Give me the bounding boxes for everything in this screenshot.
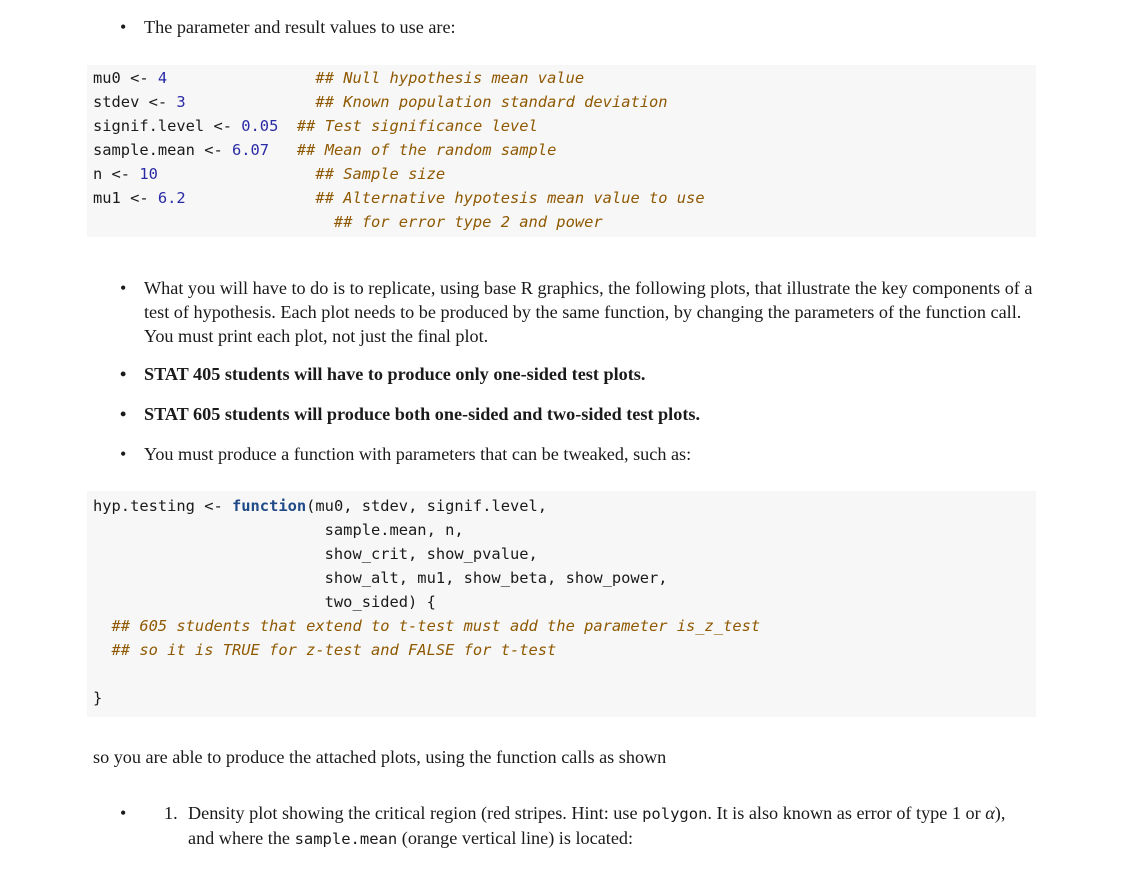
function-args: (mu0, stdev, signif.level, [306,497,548,515]
code-line-n: n <- 10 ## Sample size [87,162,1036,186]
bullet-text: STAT 605 students will produce both one-… [144,404,700,424]
bullet-marker: • [120,364,127,384]
code-pad [269,141,297,159]
item-spacer [144,801,164,851]
bullet-marker: • [120,278,127,298]
params-code-block: mu0 <- 4 ## Null hypothesis mean value s… [87,65,1036,237]
bullet-marker: • [120,17,127,37]
code-value: 4 [157,69,168,87]
code-pad [167,69,315,87]
code-line-signif-level: signif.level <- 0.05 ## Test significanc… [87,114,1036,138]
code-lhs: sample.mean <- [93,141,232,159]
code-comment: ## so it is TRUE for z-test and FALSE fo… [93,641,557,659]
code-pad [278,117,297,135]
bullet-marker: • [120,444,127,464]
code-line: show_crit, show_pvalue, [93,545,538,563]
item-text-part: . It is also known as error of type 1 or [707,803,986,823]
intro-text: The parameter and result values to use a… [144,17,456,37]
function-code-block: hyp.testing <- function(mu0, stdev, sign… [87,491,1036,717]
bullet-marker: • [120,404,127,424]
code-comment: ## Null hypothesis mean value [315,69,585,87]
code-lhs: signif.level <- [93,117,242,135]
code-pad [93,213,334,231]
code-comment: ## Alternative hypotesis mean value to u… [315,189,705,207]
code-line-stdev: stdev <- 3 ## Known population standard … [87,90,1036,114]
code-line: show_alt, mu1, show_beta, show_power, [93,569,668,587]
bullet-function: • You must produce a function with param… [120,442,1034,466]
code-lhs: n <- [93,165,140,183]
item-number: 1. [164,803,178,823]
code-lhs: stdev <- [93,93,177,111]
code-line-comment-cont: ## for error type 2 and power [87,210,1036,234]
code-lhs: mu1 <- [93,189,158,207]
item-text-part: (orange vertical line) is located: [397,828,634,848]
code-lhs: mu0 <- [93,69,158,87]
bullet-stat405: • STAT 405 students will have to produce… [120,362,1034,386]
code-value: 6.2 [157,189,186,207]
alpha-symbol: α [985,803,995,823]
bullet-marker: • [120,803,127,823]
function-keyword: function [232,497,307,515]
intro-bullet: • The parameter and result values to use… [120,15,1034,39]
code-comment: ## 605 students that extend to t-test mu… [93,617,761,635]
item-text-part: Density plot showing the critical region… [188,803,643,823]
code-value: 0.05 [241,117,279,135]
code-line: two_sided) { [93,593,436,611]
bullet-instructions: • What you will have to do is to replica… [120,276,1034,348]
bullet-text: What you will have to do is to replicate… [144,278,1033,346]
code-pad [186,189,316,207]
closing-paragraph: so you are able to produce the attached … [93,747,667,767]
numbered-item-1: • 1. Density plot showing the critical r… [120,801,1034,851]
code-comment: ## for error type 2 and power [333,213,603,231]
code-line: hyp.testing <- function(mu0, stdev, sign… [87,494,1036,518]
code-value: 3 [176,93,186,111]
bullet-text: You must produce a function with paramet… [144,444,692,464]
code-comment: ## Test significance level [296,117,538,135]
function-name: hyp.testing <- [93,497,232,515]
code-pad [186,93,316,111]
code-comment: ## Sample size [315,165,446,183]
item-text: Density plot showing the critical region… [188,801,1034,851]
code-value: 10 [139,165,158,183]
code-closing-brace: } [93,689,103,707]
code-line-mu0: mu0 <- 4 ## Null hypothesis mean value [87,66,1036,90]
code-line-sample-mean: sample.mean <- 6.07 ## Mean of the rando… [87,138,1036,162]
code-line: sample.mean, n, [93,521,464,539]
bullet-text: STAT 405 students will have to produce o… [144,364,646,384]
code-line-mu1: mu1 <- 6.2 ## Alternative hypotesis mean… [87,186,1036,210]
code-value: 6.07 [232,141,270,159]
inline-code-polygon: polygon [642,805,708,823]
code-pad [158,165,316,183]
bullet-stat605: • STAT 605 students will produce both on… [120,402,1034,426]
code-comment: ## Mean of the random sample [296,141,557,159]
code-comment: ## Known population standard deviation [315,93,668,111]
inline-code-sample-mean: sample.mean [294,830,398,848]
